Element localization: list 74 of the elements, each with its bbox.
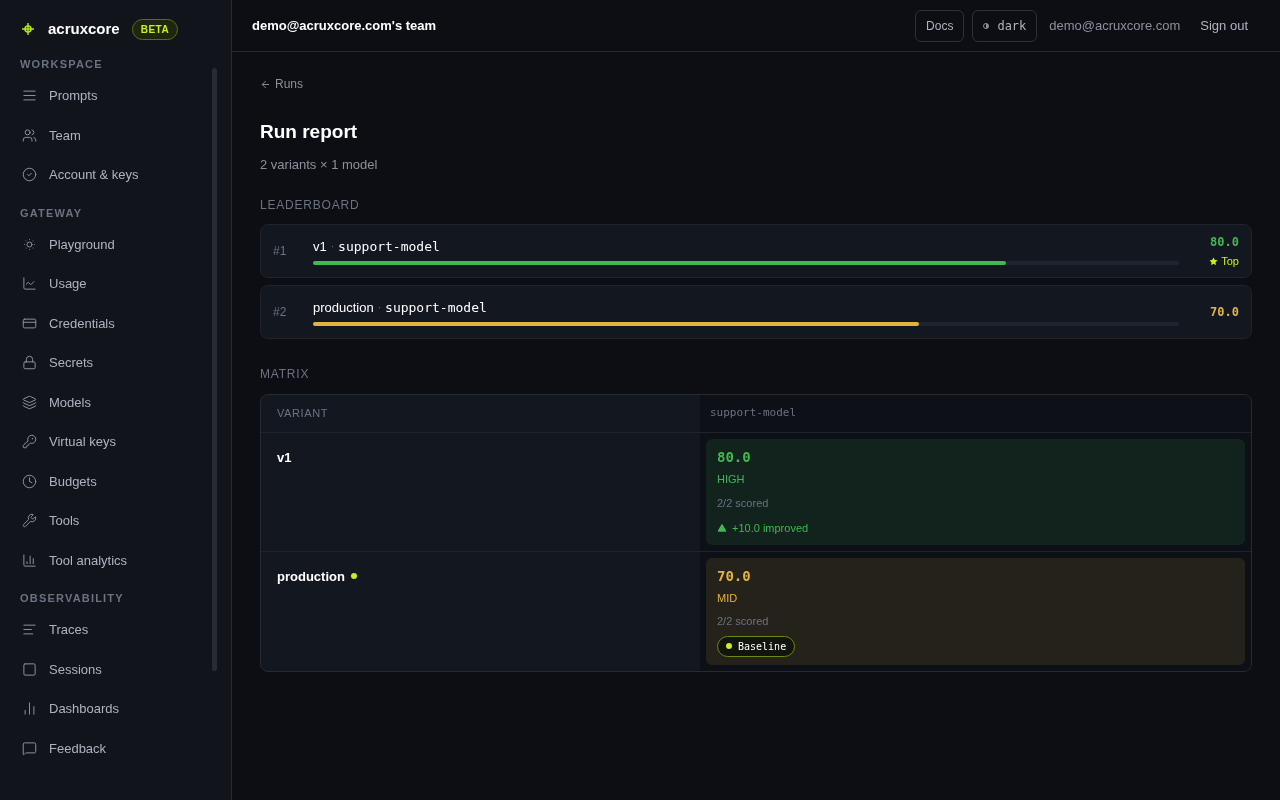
line-chart-icon <box>22 276 37 292</box>
variant-name: v1 <box>277 449 292 467</box>
tier-label: HIGH <box>717 472 746 487</box>
sidebar-item[interactable]: Account & keys <box>14 155 207 195</box>
separator-dot: · <box>330 240 335 254</box>
wrench-icon <box>22 513 37 529</box>
top-label: Top <box>1209 252 1239 270</box>
users-icon <box>22 127 37 143</box>
team-name: demo@acruxcore.com's team <box>252 16 438 35</box>
sidebar-item[interactable]: Feedback <box>14 728 207 768</box>
column-header: support-model <box>700 395 1251 432</box>
message-icon <box>22 740 37 756</box>
column-header: VARIANT <box>276 406 330 422</box>
lock-icon <box>22 355 37 371</box>
user-email: demo@acruxcore.com <box>1049 16 1181 35</box>
sidebar-item[interactable]: Prompts <box>14 76 207 116</box>
rank-label: #1 <box>273 243 288 260</box>
score-value: 80.0 <box>717 448 752 467</box>
variant-name: production <box>313 298 374 317</box>
bar-chart-icon <box>22 552 37 568</box>
theme-toggle[interactable]: dark <box>972 9 1038 42</box>
sidebar-item[interactable]: Tool analytics <box>14 540 207 580</box>
brand-name: acruxcore <box>48 18 120 39</box>
tier-label: MID <box>717 590 739 606</box>
model-name: support-model <box>338 237 440 256</box>
arrow-left-icon <box>260 78 271 90</box>
variant-name: v1 <box>313 237 327 256</box>
clock-icon <box>22 473 37 489</box>
section-heading: WORKSPACE <box>19 57 104 72</box>
sidebar-item[interactable]: Team <box>14 115 207 155</box>
page-title: Run report <box>260 120 359 144</box>
scored-count: 2/2 scored <box>717 614 770 629</box>
section-heading: LEADERBOARD <box>260 197 361 214</box>
model-name: support-model <box>385 298 487 317</box>
bar-chart-icon <box>22 701 37 717</box>
sidebar-item[interactable]: Budgets <box>14 461 207 501</box>
variant-name: production <box>277 567 345 586</box>
beta-badge: BETA <box>131 18 179 40</box>
sign-out-button[interactable]: Sign out <box>1188 9 1260 42</box>
sidebar-item[interactable]: Playground <box>14 224 207 264</box>
sidebar-item[interactable]: Traces <box>14 610 207 650</box>
triangle-up-icon <box>717 523 727 534</box>
docs-button[interactable]: Docs <box>915 9 965 42</box>
section-heading: GATEWAY <box>19 205 84 221</box>
section-heading: MATRIX <box>260 366 311 383</box>
sun-icon <box>22 236 37 252</box>
layers-icon <box>22 394 37 410</box>
separator-dot: · <box>377 301 382 315</box>
rank-label: #2 <box>273 304 288 321</box>
back-link[interactable]: Runs <box>260 76 303 92</box>
lines-icon <box>22 88 37 104</box>
card-icon <box>22 315 37 331</box>
score-value: 80.0 <box>1210 233 1239 251</box>
score-value: 70.0 <box>717 566 752 586</box>
scored-count: 2/2 scored <box>717 495 770 511</box>
lines-icon <box>22 622 37 638</box>
check-circle-icon <box>22 167 37 183</box>
square-icon <box>22 661 37 677</box>
half-circle-icon <box>983 22 990 29</box>
key-icon <box>22 434 37 450</box>
improvement-label: +10.0 improved <box>717 520 1234 537</box>
page-subtitle: 2 variants × 1 model <box>260 155 379 174</box>
section-heading: OBSERVABILITY <box>19 591 125 606</box>
sidebar-item[interactable]: Dashboards <box>14 689 207 729</box>
sidebar-item[interactable]: Credentials <box>14 303 207 343</box>
star-icon <box>1209 256 1219 266</box>
sidebar-item[interactable]: Sessions <box>14 649 207 689</box>
sidebar-item[interactable]: Tools <box>14 501 207 541</box>
sidebar-item[interactable]: Virtual keys <box>14 422 207 462</box>
baseline-badge: Baseline <box>717 635 796 657</box>
sidebar-item[interactable]: Usage <box>14 264 207 304</box>
sidebar-item[interactable]: Secrets <box>14 343 207 383</box>
score-value: 70.0 <box>1210 304 1239 321</box>
sidebar-item[interactable]: Models <box>14 382 207 422</box>
